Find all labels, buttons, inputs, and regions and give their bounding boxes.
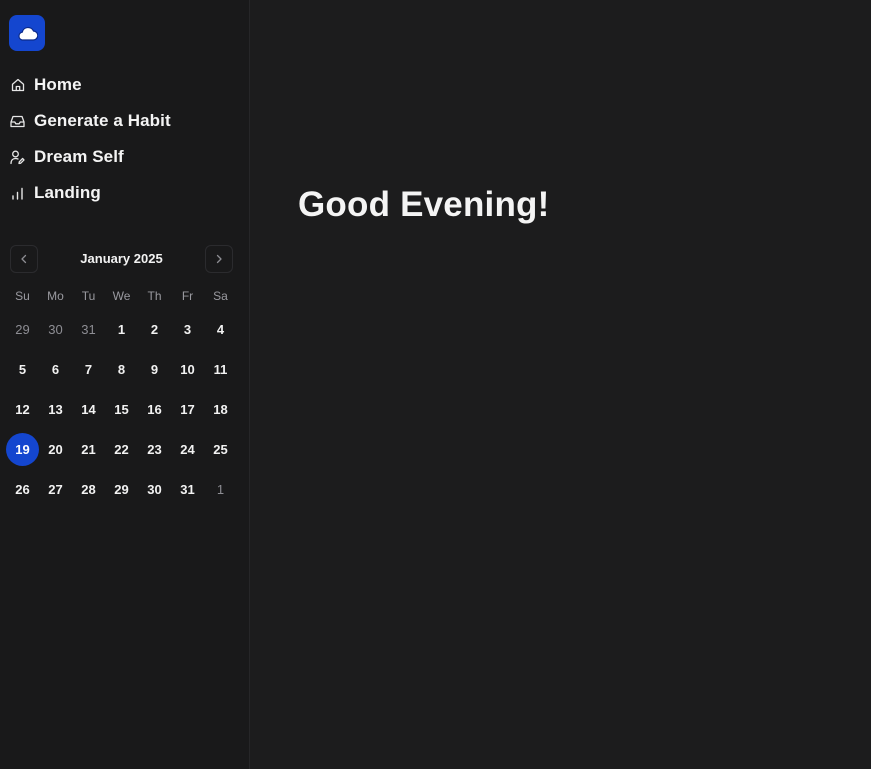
calendar-month-label: January 2025 (80, 251, 163, 266)
calendar-day[interactable]: 12 (6, 393, 39, 426)
calendar-day[interactable]: 5 (6, 353, 39, 386)
cloud-icon (18, 26, 38, 41)
calendar-day[interactable]: 4 (204, 313, 237, 346)
calendar-week: 29 30 31 1 2 3 4 (6, 311, 237, 351)
calendar-day[interactable]: 3 (171, 313, 204, 346)
calendar-day[interactable]: 26 (6, 473, 39, 506)
calendar-day[interactable]: 31 (171, 473, 204, 506)
calendar-day[interactable]: 11 (204, 353, 237, 386)
nav-item-dream-self[interactable]: Dream Self (10, 139, 171, 175)
calendar-day[interactable]: 8 (105, 353, 138, 386)
calendar-grid: 29 30 31 1 2 3 4 5 6 7 8 9 10 11 12 13 1… (6, 311, 237, 511)
sidebar: Home Generate a Habit Dream Self Landing… (0, 0, 250, 769)
calendar-day[interactable]: 9 (138, 353, 171, 386)
calendar-day[interactable]: 28 (72, 473, 105, 506)
calendar-day[interactable]: 18 (204, 393, 237, 426)
chevron-right-icon (216, 254, 222, 264)
nav-item-landing[interactable]: Landing (10, 175, 171, 211)
weekday-label: Su (15, 289, 30, 303)
weekday-label: Sa (213, 289, 228, 303)
calendar-day[interactable]: 14 (72, 393, 105, 426)
app-logo[interactable] (9, 15, 45, 51)
calendar-day[interactable]: 29 (105, 473, 138, 506)
calendar-day[interactable]: 24 (171, 433, 204, 466)
calendar-day[interactable]: 30 (39, 313, 72, 346)
calendar-header: January 2025 (6, 245, 237, 273)
calendar-day[interactable]: 27 (39, 473, 72, 506)
calendar-day[interactable]: 1 (204, 473, 237, 506)
nav-item-label: Dream Self (34, 147, 124, 166)
nav-item-label: Landing (34, 183, 101, 202)
nav-item-label: Generate a Habit (34, 111, 171, 130)
calendar-day[interactable]: 2 (138, 313, 171, 346)
home-icon (10, 78, 25, 93)
calendar-day[interactable]: 23 (138, 433, 171, 466)
main-content: Good Evening! (250, 0, 871, 769)
calendar-day-selected[interactable]: 19 (6, 433, 39, 466)
inbox-icon (10, 114, 25, 129)
bar-chart-icon (10, 186, 25, 201)
weekday-label: Fr (181, 289, 194, 303)
calendar-day[interactable]: 13 (39, 393, 72, 426)
calendar-day[interactable]: 17 (171, 393, 204, 426)
calendar-day[interactable]: 21 (72, 433, 105, 466)
greeting-heading: Good Evening! (298, 185, 550, 224)
weekday-label: Th (147, 289, 162, 303)
calendar-weekdays: Su Mo Tu We Th Fr Sa (6, 289, 237, 303)
calendar-day[interactable]: 31 (72, 313, 105, 346)
calendar: January 2025 Su Mo Tu We Th Fr Sa 29 30 … (6, 245, 237, 511)
calendar-day[interactable]: 22 (105, 433, 138, 466)
calendar-day[interactable]: 30 (138, 473, 171, 506)
calendar-day[interactable]: 7 (72, 353, 105, 386)
calendar-week: 26 27 28 29 30 31 1 (6, 471, 237, 511)
calendar-day[interactable]: 6 (39, 353, 72, 386)
nav-item-label: Home (34, 75, 82, 94)
nav-item-home[interactable]: Home (10, 67, 171, 103)
calendar-day[interactable]: 29 (6, 313, 39, 346)
calendar-day[interactable]: 15 (105, 393, 138, 426)
calendar-day[interactable]: 16 (138, 393, 171, 426)
calendar-day[interactable]: 25 (204, 433, 237, 466)
weekday-label: Mo (47, 289, 64, 303)
calendar-day[interactable]: 10 (171, 353, 204, 386)
weekday-label: Tu (81, 289, 96, 303)
sidebar-nav: Home Generate a Habit Dream Self Landing (10, 67, 171, 211)
user-edit-icon (10, 150, 25, 165)
next-month-button[interactable] (205, 245, 233, 273)
app: Home Generate a Habit Dream Self Landing… (0, 0, 871, 769)
calendar-week: 5 6 7 8 9 10 11 (6, 351, 237, 391)
calendar-day[interactable]: 20 (39, 433, 72, 466)
calendar-week: 12 13 14 15 16 17 18 (6, 391, 237, 431)
calendar-day[interactable]: 1 (105, 313, 138, 346)
calendar-week: 19 20 21 22 23 24 25 (6, 431, 237, 471)
nav-item-generate-habit[interactable]: Generate a Habit (10, 103, 171, 139)
weekday-label: We (112, 289, 131, 303)
